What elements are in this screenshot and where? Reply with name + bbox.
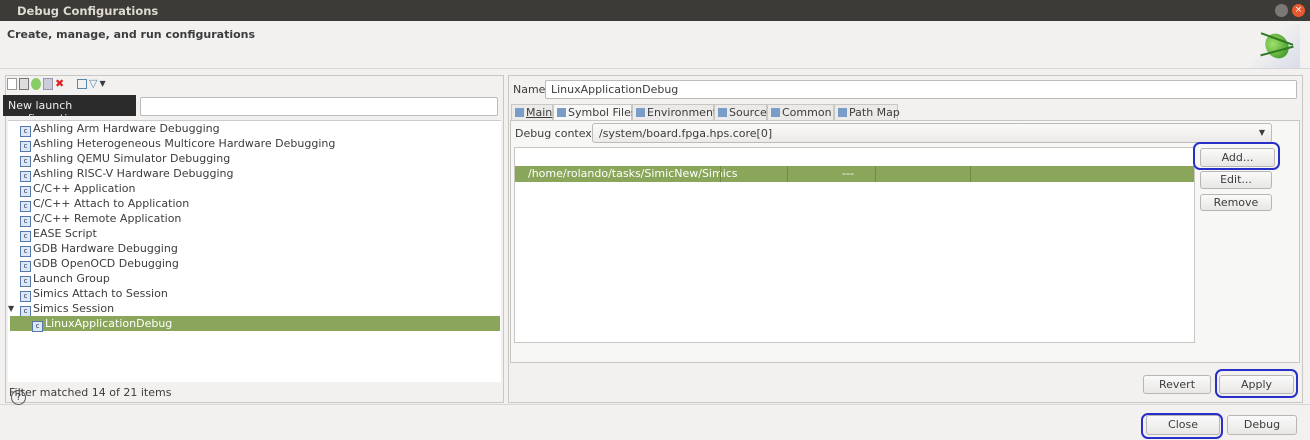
tab-common[interactable]: Common: [767, 104, 834, 120]
tree-item-label: C/C++ Remote Application: [33, 212, 182, 225]
symbol-files-icon: [557, 108, 566, 117]
tree-item[interactable]: c LinuxApplicationDebug: [10, 316, 500, 332]
tree-item-label: C/C++ Application: [33, 182, 136, 195]
new-prototype-icon[interactable]: [19, 78, 29, 90]
tree-item-label: GDB Hardware Debugging: [33, 242, 178, 255]
new-config-icon[interactable]: [7, 78, 17, 90]
tree-item-label: C/C++ Attach to Application: [33, 197, 190, 210]
tab-label: Source: [729, 106, 767, 119]
dialog-subtitle: Create, manage, and run configurations: [7, 28, 256, 41]
footer-divider: [0, 404, 1310, 405]
tree-item[interactable]: c Ashling Heterogeneous Multicore Hardwar…: [20, 136, 336, 152]
edit-button[interactable]: Edit...: [1200, 171, 1272, 189]
tree-item[interactable]: ▼ c Simics Session: [8, 301, 115, 317]
filter-status: Filter matched 14 of 21 items: [9, 386, 172, 399]
tab-environment[interactable]: Environment: [632, 104, 718, 120]
expand-arrow-icon[interactable]: ▼: [8, 301, 14, 316]
filter-icon[interactable]: ▽: [89, 78, 97, 92]
table-row[interactable]: /home/rolando/tasks/SimicNew/Simics ---: [515, 166, 1194, 182]
tree-item[interactable]: c GDB OpenOCD Debugging: [20, 256, 179, 272]
tree-item[interactable]: c C/C++ Application: [20, 181, 136, 197]
debug-context-value: /system/board.fpga.hps.core[0]: [599, 127, 773, 140]
tree-item-label: Ashling Heterogeneous Multicore Hardware…: [33, 137, 336, 150]
minimize-button[interactable]: [1275, 4, 1288, 17]
tab-label: Main: [526, 106, 553, 119]
tab-path-map[interactable]: Path Map: [834, 104, 900, 120]
name-label: Name:: [513, 83, 550, 96]
tree-item[interactable]: c Ashling Arm Hardware Debugging: [20, 121, 220, 137]
simics-icon: c: [32, 321, 43, 332]
window-title-bar: Debug Configurations: [0, 0, 1310, 21]
tab-label: Environment: [647, 106, 718, 119]
revert-button[interactable]: Revert: [1143, 375, 1211, 394]
tree-item[interactable]: c Launch Group: [20, 271, 110, 287]
tree-item-label: Simics Attach to Session: [33, 287, 168, 300]
source-icon: [718, 108, 727, 117]
tree-item-label: Ashling QEMU Simulator Debugging: [33, 152, 231, 165]
name-value: LinuxApplicationDebug: [551, 83, 679, 96]
tree-item-label: LinuxApplicationDebug: [45, 317, 173, 330]
tree-item-label: EASE Script: [33, 227, 97, 240]
tree-item-label: Ashling RISC-V Hardware Debugging: [33, 167, 234, 180]
symbol-file-column: ---: [842, 167, 854, 180]
window-title: Debug Configurations: [17, 4, 159, 18]
dropdown-icon[interactable]: ▼: [99, 78, 105, 92]
highlight-ring-apply: [1215, 369, 1298, 398]
tab-label: Path Map: [849, 106, 900, 119]
tree-item-label: Simics Session: [33, 302, 115, 315]
tree-item[interactable]: c C/C++ Attach to Application: [20, 196, 190, 212]
tree-item[interactable]: c Simics Attach to Session: [20, 286, 168, 302]
common-icon: [771, 108, 780, 117]
filter-input[interactable]: [140, 97, 498, 116]
collapse-all-icon[interactable]: [77, 79, 87, 89]
delete-icon[interactable]: ✖: [55, 78, 67, 92]
highlight-ring-add: [1193, 142, 1280, 170]
close-window-button[interactable]: ×: [1292, 4, 1305, 17]
debug-context-dropdown[interactable]: /system/board.fpga.hps.core[0] ▼: [592, 123, 1272, 143]
tab-source[interactable]: Source: [714, 104, 767, 120]
chevron-down-icon: ▼: [1258, 128, 1265, 137]
tree-item-label: GDB OpenOCD Debugging: [33, 257, 179, 270]
duplicate-icon[interactable]: [31, 78, 41, 90]
debug-context-label: Debug context:: [515, 127, 600, 140]
name-input[interactable]: LinuxApplicationDebug: [545, 80, 1297, 99]
tree-item[interactable]: c Ashling QEMU Simulator Debugging: [20, 151, 231, 167]
symbol-file-path: /home/rolando/tasks/SimicNew/Simics: [528, 167, 738, 180]
simics-icon: [515, 108, 524, 117]
tree-item[interactable]: c EASE Script: [20, 226, 97, 242]
export-icon[interactable]: [43, 78, 53, 90]
remove-button[interactable]: Remove: [1200, 194, 1272, 211]
tree-item-label: Launch Group: [33, 272, 110, 285]
tree-item[interactable]: c C/C++ Remote Application: [20, 211, 182, 227]
debug-button[interactable]: Debug: [1227, 415, 1297, 435]
tree-item-label: Ashling Arm Hardware Debugging: [33, 122, 220, 135]
help-icon[interactable]: ?: [11, 390, 26, 405]
tooltip: New launch configuration: [3, 95, 136, 125]
tree-item[interactable]: c GDB Hardware Debugging: [20, 241, 178, 257]
tab-symbol-files[interactable]: Symbol Files: [553, 104, 637, 120]
path-map-icon: [838, 108, 847, 117]
debug-bug-logo: [1250, 24, 1300, 68]
tab-label: Symbol Files: [568, 106, 637, 119]
list-toolbar: ✖ ▽ ▼: [7, 78, 106, 92]
tree-item[interactable]: c Ashling RISC-V Hardware Debugging: [20, 166, 234, 182]
tab-label: Common: [782, 106, 832, 119]
tab-main[interactable]: Main: [511, 104, 553, 120]
highlight-ring-close: [1141, 413, 1223, 439]
environment-icon: [636, 108, 645, 117]
